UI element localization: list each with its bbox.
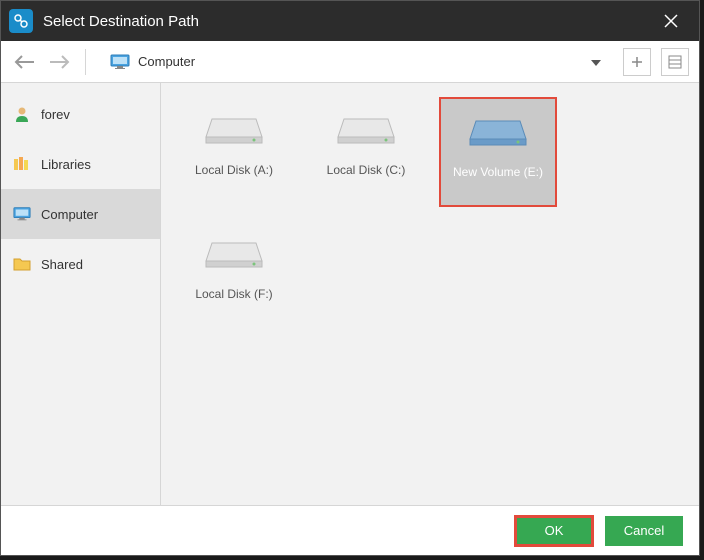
titlebar: Select Destination Path xyxy=(1,1,699,41)
drive-label: Local Disk (C:) xyxy=(327,163,406,177)
content: Local Disk (A:) Local Disk (C:) New Volu… xyxy=(161,83,699,505)
drive-label: New Volume (E:) xyxy=(453,165,543,179)
drive-f[interactable]: Local Disk (F:) xyxy=(175,221,293,331)
back-button[interactable] xyxy=(11,48,39,76)
divider xyxy=(85,49,86,75)
path-bar[interactable]: Computer xyxy=(104,48,607,76)
disk-icon xyxy=(204,109,264,149)
plus-icon xyxy=(630,55,644,69)
sidebar-item-shared[interactable]: Shared xyxy=(1,239,160,289)
disk-icon xyxy=(336,109,396,149)
computer-icon xyxy=(13,206,31,222)
sidebar-item-label: forev xyxy=(41,107,70,122)
sidebar-item-libraries[interactable]: Libraries xyxy=(1,139,160,189)
sidebar-item-label: Computer xyxy=(41,207,98,222)
arrow-right-icon xyxy=(48,54,70,70)
body: forev Libraries Computer Shared Local Di… xyxy=(1,83,699,505)
drive-e[interactable]: New Volume (E:) xyxy=(439,97,557,207)
cancel-button[interactable]: Cancel xyxy=(605,516,683,546)
titlebar-title: Select Destination Path xyxy=(43,13,651,30)
drive-label: Local Disk (F:) xyxy=(195,287,272,301)
libraries-icon xyxy=(13,155,31,173)
path-dropdown[interactable] xyxy=(591,53,601,71)
sidebar-item-label: Libraries xyxy=(41,157,91,172)
drive-c[interactable]: Local Disk (C:) xyxy=(307,97,425,207)
list-icon xyxy=(668,55,682,69)
disk-icon xyxy=(468,111,528,151)
ok-button[interactable]: OK xyxy=(515,516,593,546)
dialog: Select Destination Path Computer xyxy=(0,0,700,556)
close-button[interactable] xyxy=(651,1,691,41)
sidebar-item-label: Shared xyxy=(41,257,83,272)
forward-button[interactable] xyxy=(45,48,73,76)
close-icon xyxy=(664,14,678,28)
footer: OK Cancel xyxy=(1,505,699,555)
view-button[interactable] xyxy=(661,48,689,76)
sidebar: forev Libraries Computer Shared xyxy=(1,83,161,505)
path-label: Computer xyxy=(138,54,195,69)
drive-label: Local Disk (A:) xyxy=(195,163,273,177)
chevron-down-icon xyxy=(591,60,601,66)
arrow-left-icon xyxy=(14,54,36,70)
toolbar: Computer xyxy=(1,41,699,83)
sidebar-item-computer[interactable]: Computer xyxy=(1,189,160,239)
drive-a[interactable]: Local Disk (A:) xyxy=(175,97,293,207)
computer-icon xyxy=(110,54,130,70)
disk-icon xyxy=(204,233,264,273)
folder-icon xyxy=(13,255,31,273)
app-icon xyxy=(9,9,33,33)
new-folder-button[interactable] xyxy=(623,48,651,76)
sidebar-item-forev[interactable]: forev xyxy=(1,89,160,139)
user-icon xyxy=(13,105,31,123)
